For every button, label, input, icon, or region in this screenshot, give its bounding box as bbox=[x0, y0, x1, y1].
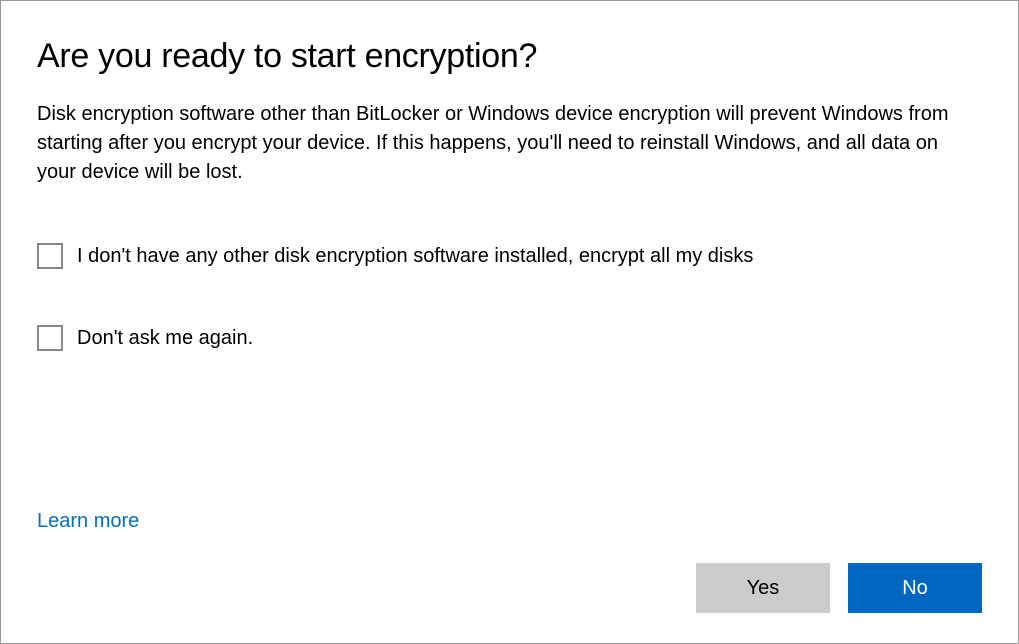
checkbox-dont-ask-label[interactable]: Don't ask me again. bbox=[77, 327, 253, 350]
dialog-title: Are you ready to start encryption? bbox=[37, 37, 982, 76]
yes-button[interactable]: Yes bbox=[696, 563, 830, 613]
checkbox-encrypt-disks[interactable] bbox=[37, 243, 63, 269]
checkbox-dont-ask[interactable] bbox=[37, 325, 63, 351]
dialog-description: Disk encryption software other than BitL… bbox=[37, 100, 982, 187]
no-button[interactable]: No bbox=[848, 563, 982, 613]
checkbox-encrypt-disks-label[interactable]: I don't have any other disk encryption s… bbox=[77, 245, 753, 268]
checkbox-row-encrypt-disks: I don't have any other disk encryption s… bbox=[37, 243, 982, 269]
dialog-footer: Yes No bbox=[37, 563, 982, 613]
learn-more-link[interactable]: Learn more bbox=[37, 510, 982, 533]
checkbox-row-dont-ask: Don't ask me again. bbox=[37, 325, 982, 351]
